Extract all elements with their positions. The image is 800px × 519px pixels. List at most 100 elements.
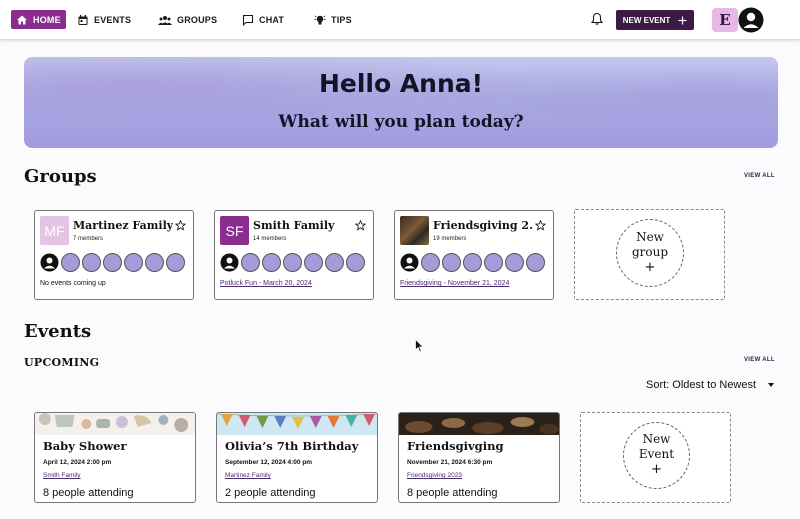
member-avatar — [103, 253, 122, 272]
new-event-button[interactable]: NEW EVENT — [616, 10, 694, 30]
nav-events-label: EVENTS — [94, 14, 132, 25]
sort-dropdown[interactable]: Sort: Oldest to Newest — [646, 379, 756, 391]
plus-icon: + — [644, 259, 656, 275]
member-avatar — [463, 253, 482, 272]
user-avatar-icon[interactable] — [738, 7, 764, 33]
nav-events[interactable]: EVENTS — [77, 10, 131, 29]
new-event-circle-button[interactable]: New Event + — [623, 422, 690, 489]
event-date: April 12, 2024 2:00 pm — [43, 459, 112, 466]
member-avatar — [145, 253, 164, 272]
group-member-count: 7 members — [73, 236, 104, 242]
caret-down-icon[interactable] — [768, 383, 774, 387]
new-group-card[interactable]: New group + — [574, 209, 725, 300]
bell-icon[interactable] — [590, 12, 604, 26]
home-icon — [17, 15, 27, 24]
event-attendance: 8 people attending — [43, 487, 134, 499]
new-event-button-label: NEW EVENT — [622, 15, 671, 25]
event-date: November 21, 2024 6:30 pm — [407, 459, 493, 466]
nav-chat[interactable]: CHAT — [242, 10, 284, 29]
dinner-table-image — [399, 413, 559, 435]
member-avatars — [40, 253, 185, 272]
birthday-bunting-image — [217, 413, 377, 435]
event-group-link[interactable]: Friendsgiving 2023 — [407, 472, 462, 479]
group-next-event: No events coming up — [40, 280, 106, 287]
welcome-banner: Hello Anna! What will you plan today? — [24, 57, 778, 148]
new-group-label-1: New — [636, 229, 664, 244]
plus-icon — [678, 15, 687, 25]
new-event-label-2: Event — [638, 447, 675, 462]
member-avatar — [304, 253, 323, 272]
event-group-link[interactable]: Martinez Family — [225, 472, 271, 479]
new-event-label-1: New — [642, 432, 671, 447]
member-avatars — [400, 253, 545, 272]
greeting-heading: Hello Anna! — [318, 69, 484, 98]
app-logo[interactable]: E — [712, 8, 738, 32]
group-photo — [400, 216, 429, 245]
member-avatar — [484, 253, 503, 272]
member-avatar — [166, 253, 185, 272]
member-avatar — [82, 253, 101, 272]
event-date: September 12, 2024 4:00 pm — [225, 459, 313, 466]
lightbulb-icon — [314, 15, 326, 24]
top-nav: HOME EVENTS GROUPS CHAT TIPS NEW EVENT E — [0, 0, 800, 40]
sort-label: Sort: — [646, 379, 670, 391]
sort-value: Oldest to Newest — [672, 379, 757, 391]
plan-subheading: What will you plan today? — [278, 112, 524, 132]
new-event-card[interactable]: New Event + — [580, 412, 731, 503]
app-logo-letter: E — [719, 11, 731, 29]
group-next-event-link[interactable]: Potluck Fun - March 20, 2024 — [220, 280, 312, 287]
member-avatar — [283, 253, 302, 272]
member-avatar — [61, 253, 80, 272]
nav-tips[interactable]: TIPS — [314, 10, 352, 29]
member-avatar — [325, 253, 344, 272]
group-name: Smith Family — [253, 219, 335, 232]
member-avatar — [346, 253, 365, 272]
star-icon[interactable] — [535, 220, 546, 231]
member-avatar — [526, 253, 545, 272]
member-avatar — [442, 253, 461, 272]
event-attendance: 8 people attending — [407, 487, 498, 499]
new-group-label-2: group — [631, 244, 669, 259]
nav-groups[interactable]: GROUPS — [158, 10, 217, 29]
plus-icon: + — [651, 462, 662, 478]
member-avatar — [241, 253, 260, 272]
group-name: Friendsgiving 2... — [433, 219, 533, 232]
member-avatar — [262, 253, 281, 272]
event-card[interactable]: Friendsgivging November 21, 2024 6:30 pm… — [398, 412, 560, 503]
group-member-count: 14 members — [253, 236, 287, 242]
mouse-cursor-icon — [415, 339, 424, 353]
upcoming-heading: UPCOMING — [24, 356, 100, 369]
nav-chat-label: CHAT — [259, 14, 285, 25]
group-card[interactable]: SF Smith Family 14 members Potluck Fun -… — [214, 210, 374, 300]
groups-view-all-link[interactable]: VIEW ALL — [744, 173, 775, 179]
new-group-button[interactable]: New group + — [616, 219, 684, 287]
baby-animals-banner-image — [35, 413, 195, 435]
star-icon[interactable] — [355, 220, 366, 231]
chat-icon — [242, 14, 254, 26]
member-avatars — [220, 253, 365, 272]
event-card[interactable]: Olivia’s 7th Birthday September 12, 2024… — [216, 412, 378, 503]
group-card[interactable]: Friendsgiving 2... 19 members Friendsgiv… — [394, 210, 554, 300]
group-thumbnail: SF — [220, 216, 249, 245]
calendar-icon — [78, 14, 88, 25]
member-avatar — [505, 253, 524, 272]
nav-groups-label: GROUPS — [177, 14, 218, 25]
group-initials: MF — [44, 222, 65, 239]
group-thumbnail: MF — [40, 216, 69, 245]
nav-home-label: HOME — [33, 14, 61, 25]
event-group-link[interactable]: Smith Family — [43, 472, 81, 479]
member-avatar — [421, 253, 440, 272]
member-avatar — [124, 253, 143, 272]
nav-tips-label: TIPS — [331, 14, 352, 25]
group-card[interactable]: MF Martinez Family 7 members No events c… — [34, 210, 194, 300]
star-icon[interactable] — [175, 220, 186, 231]
group-next-event-link[interactable]: Friendsgiving - November 21, 2024 — [400, 280, 509, 287]
events-view-all-link[interactable]: VIEW ALL — [744, 357, 775, 363]
event-name: Olivia’s 7th Birthday — [225, 439, 359, 453]
events-heading: Events — [24, 321, 92, 342]
groups-heading: Groups — [24, 166, 97, 187]
event-attendance: 2 people attending — [225, 487, 316, 499]
nav-home[interactable]: HOME — [11, 10, 66, 29]
event-card[interactable]: Baby Shower April 12, 2024 2:00 pm Smith… — [34, 412, 196, 503]
event-name: Baby Shower — [43, 439, 127, 453]
